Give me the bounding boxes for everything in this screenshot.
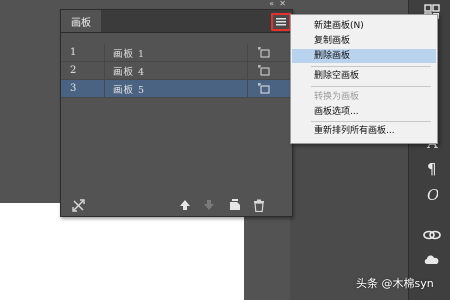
artboard-canvas xyxy=(0,203,244,300)
menu-item-new-artboard[interactable]: 新建画板(N) xyxy=(292,19,436,33)
divider xyxy=(104,44,105,61)
artboard-options-icon[interactable] xyxy=(258,83,270,94)
panel-flyout-menu: 新建画板(N) 复制画板 删除画板 删除空画板 转换为画板 画板选项... 重新… xyxy=(290,14,438,144)
opentype-icon[interactable]: O xyxy=(420,184,444,204)
menu-item-delete-empty-artboards[interactable]: 删除空画板 xyxy=(292,69,436,83)
menu-item-artboard-options[interactable]: 画板选项... xyxy=(292,105,436,119)
menu-item-delete-artboard[interactable]: 删除画板 xyxy=(292,49,436,63)
panel-footer xyxy=(61,194,292,216)
menu-item-duplicate-artboard[interactable]: 复制画板 xyxy=(292,34,436,48)
svg-text:O: O xyxy=(427,186,438,202)
artboard-number: 2 xyxy=(70,65,77,76)
divider xyxy=(247,80,248,97)
move-down-icon xyxy=(202,198,216,212)
menu-separator xyxy=(311,66,431,67)
panel-header: 画板 xyxy=(61,10,292,33)
divider xyxy=(104,62,105,79)
rearrange-icon[interactable] xyxy=(71,198,85,212)
divider xyxy=(247,62,248,79)
trash-icon[interactable] xyxy=(252,198,266,212)
menu-separator xyxy=(311,121,431,122)
panel-title-bar[interactable]: « ✕ xyxy=(61,0,292,10)
new-artboard-icon[interactable] xyxy=(228,198,242,212)
artboard-name[interactable]: 画板 5 xyxy=(113,82,145,96)
paragraph-icon[interactable]: ¶ xyxy=(420,158,444,178)
close-icon[interactable]: ✕ xyxy=(279,0,286,8)
artboard-list: 1 画板 1 2 画板 4 3 画板 5 xyxy=(61,44,292,98)
artboard-options-icon[interactable] xyxy=(258,47,270,58)
artboards-panel: « ✕ 画板 1 画板 1 2 画板 4 3 画板 5 xyxy=(60,0,293,217)
menu-item-rearrange-all-artboards[interactable]: 重新排列所有画板... xyxy=(292,124,436,138)
collapse-icon[interactable]: « xyxy=(269,0,274,8)
hamburger-icon xyxy=(276,18,286,26)
tab-artboards[interactable]: 画板 xyxy=(61,10,101,32)
menu-item-convert-to-artboards: 转换为画板 xyxy=(314,92,360,102)
artboard-row[interactable]: 2 画板 4 xyxy=(61,62,292,80)
divider xyxy=(247,44,248,61)
artboard-name[interactable]: 画板 1 xyxy=(113,46,145,60)
links-icon[interactable] xyxy=(420,225,444,245)
artboard-name[interactable]: 画板 4 xyxy=(113,64,145,78)
artboard-row-selected[interactable]: 3 画板 5 xyxy=(61,80,292,98)
cc-libraries-icon[interactable] xyxy=(420,250,444,270)
artboard-number: 1 xyxy=(70,47,77,58)
menu-separator xyxy=(311,86,431,87)
move-up-icon[interactable] xyxy=(178,198,192,212)
panel-menu-button[interactable] xyxy=(271,13,291,31)
watermark: 头条 @木棉syn xyxy=(356,277,434,290)
artboard-options-icon[interactable] xyxy=(258,65,270,76)
svg-text:¶: ¶ xyxy=(427,160,437,176)
artboard-row[interactable]: 1 画板 1 xyxy=(61,44,292,62)
artboard-number: 3 xyxy=(70,83,77,94)
divider xyxy=(104,80,105,97)
